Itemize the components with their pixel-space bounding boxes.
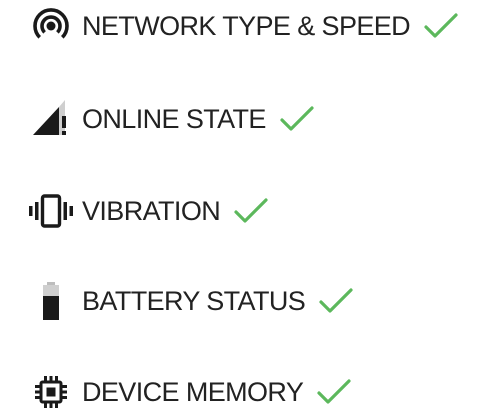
checkmark-icon [232,194,270,228]
feature-row-vibration: VIBRATION [26,189,270,233]
feature-label: NETWORK TYPE & SPEED [82,10,411,41]
feature-label: DEVICE MEMORY [82,376,304,407]
feature-row-device-memory: DEVICE MEMORY [26,370,353,414]
battery-icon [26,281,76,321]
wifi-tethering-icon [26,6,76,46]
checkmark-icon [422,9,460,43]
feature-row-online-state: ONLINE STATE [26,97,316,141]
feature-row-network-type-speed: NETWORK TYPE & SPEED [26,4,460,48]
vibration-icon [26,191,76,231]
feature-label: BATTERY STATUS [82,285,306,316]
checkmark-icon [317,284,355,318]
feature-row-battery-status: BATTERY STATUS [26,279,355,323]
feature-label: VIBRATION [82,195,221,226]
checkmark-icon [315,375,353,409]
feature-label: ONLINE STATE [82,103,266,134]
memory-chip-icon [26,372,76,412]
signal-alert-icon [26,99,76,139]
feature-list: NETWORK TYPE & SPEED ONLINE STATE VIBRAT… [0,0,493,414]
checkmark-icon [278,102,316,136]
